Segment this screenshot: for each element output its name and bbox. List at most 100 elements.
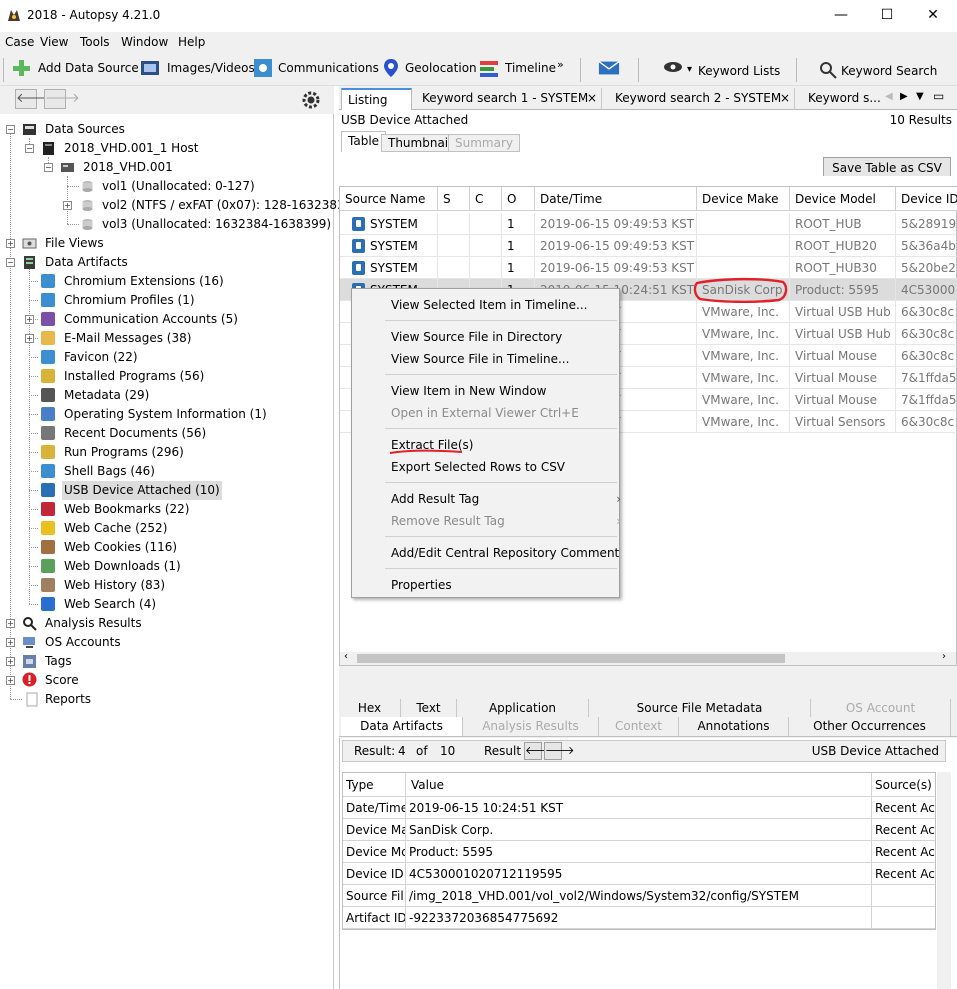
viewer-tab-hex[interactable]: Hex xyxy=(339,699,401,718)
minimize-window-icon[interactable]: ▭ xyxy=(933,89,944,103)
settings-gear-icon[interactable] xyxy=(301,90,321,110)
tree-vol1[interactable]: vol1 (Unallocated: 0-127) xyxy=(102,177,255,196)
expand-toggle[interactable]: + xyxy=(63,201,72,210)
menu-view-source-file-directory[interactable]: View Source File in Directory xyxy=(391,326,562,348)
menu-view-item-new-window[interactable]: View Item in New Window xyxy=(391,380,546,402)
menu-help[interactable]: Help xyxy=(178,35,205,49)
column-header[interactable]: Date/Time xyxy=(535,187,697,211)
tree-host[interactable]: 2018_VHD.001_1 Host xyxy=(64,139,199,158)
tree-tags[interactable]: Tags xyxy=(45,652,72,671)
minimize-button[interactable]: — xyxy=(818,0,864,30)
column-header[interactable]: C xyxy=(470,187,502,211)
viewer-tab-data-artifacts[interactable]: Data Artifacts xyxy=(341,717,463,736)
vertical-scrollbar[interactable] xyxy=(937,772,951,989)
next-result-button[interactable]: 🡒 xyxy=(544,742,575,760)
tab-keyword-search-1[interactable]: Keyword search 1 - SYSTEM × xyxy=(416,88,602,110)
details-row[interactable]: Date/Time 2019-06-15 10:24:51 KST Recent A… xyxy=(343,797,939,819)
expand-toggle[interactable]: + xyxy=(25,334,34,343)
tree-artifact-item[interactable]: Web Cache (252) xyxy=(62,519,169,538)
viewer-tab-other-occurrences[interactable]: Other Occurrences xyxy=(789,717,951,736)
details-row[interactable]: Device Mo Product: 5595 Recent Act xyxy=(343,841,939,863)
viewer-tab-application[interactable]: Application xyxy=(457,699,589,718)
menu-open-external-viewer[interactable]: Open in External Viewer Ctrl+E xyxy=(391,402,579,424)
menu-export-selected-rows-csv[interactable]: Export Selected Rows to CSV xyxy=(391,456,565,478)
tree-artifact-item[interactable]: Chromium Profiles (1) xyxy=(62,291,197,310)
communications-button[interactable]: Communications xyxy=(278,61,379,75)
tree-artifact-item[interactable]: Web Cookies (116) xyxy=(62,538,179,557)
previous-result-button[interactable]: 🡐 xyxy=(524,742,555,760)
view-tab-table[interactable]: Table xyxy=(341,131,387,152)
menu-view-source-file-timeline[interactable]: View Source File in Timeline... xyxy=(391,348,569,370)
tab-scroll-right-icon[interactable]: ▶ xyxy=(900,91,908,102)
table-row[interactable]: SYSTEM 1 2019-06-15 09:49:53 KST ROOT_HUB30… xyxy=(340,257,957,279)
tree-file-views[interactable]: File Views xyxy=(45,234,104,253)
tree-data-sources[interactable]: Data Sources xyxy=(45,120,125,139)
table-row[interactable]: SYSTEM 1 2019-06-15 09:49:53 KST ROOT_HUB20… xyxy=(340,235,957,257)
tree-artifact-item[interactable]: Installed Programs (56) xyxy=(62,367,206,386)
details-row[interactable]: Device ID 4C530001020712119595 Recent Act xyxy=(343,863,939,885)
column-header[interactable]: Device Model xyxy=(790,187,896,211)
keyword-lists-button[interactable]: Keyword Lists xyxy=(698,64,780,78)
tab-keyword-search-3[interactable]: Keyword s... xyxy=(802,88,882,110)
column-header[interactable]: Device ID xyxy=(896,187,957,211)
view-tab-thumbnail[interactable]: Thumbnail xyxy=(381,134,459,152)
details-row[interactable]: Source Fil/img_2018_VHD.001/vol_vol2/Win… xyxy=(343,885,939,907)
tree-artifact-item[interactable]: Communication Accounts (5) xyxy=(62,310,240,329)
expand-toggle[interactable]: + xyxy=(6,676,15,685)
menu-properties[interactable]: Properties xyxy=(391,574,452,596)
expand-toggle[interactable]: + xyxy=(25,315,34,324)
tree-image[interactable]: 2018_VHD.001 xyxy=(83,158,173,177)
column-header[interactable]: S xyxy=(438,187,470,211)
tree-artifact-item[interactable]: Recent Documents (56) xyxy=(62,424,208,443)
menu-remove-result-tag[interactable]: Remove Result Tag › xyxy=(391,510,621,532)
tree-vol3[interactable]: vol3 (Unallocated: 1632384-1638399) xyxy=(102,215,331,234)
details-row[interactable]: Device Ma SanDisk Corp. Recent Act xyxy=(343,819,939,841)
menu-add-result-tag[interactable]: Add Result Tag › xyxy=(391,488,621,510)
tree-artifact-item[interactable]: E-Mail Messages (38) xyxy=(62,329,193,348)
viewer-tab-source-file-metadata[interactable]: Source File Metadata xyxy=(589,699,811,718)
tree-artifact-item[interactable]: USB Device Attached (10) xyxy=(62,481,222,500)
tree-artifact-item[interactable]: Operating System Information (1) xyxy=(62,405,269,424)
expand-toggle[interactable]: + xyxy=(6,638,15,647)
tree-artifact-item[interactable]: Web Bookmarks (22) xyxy=(62,500,191,519)
tree-artifact-item[interactable]: Run Programs (296) xyxy=(62,443,186,462)
forward-button[interactable]: 🡒 xyxy=(44,89,80,109)
keyword-search-button[interactable]: Keyword Search xyxy=(841,64,937,78)
details-column-header[interactable]: Value xyxy=(406,773,872,797)
expand-toggle[interactable]: + xyxy=(6,657,15,666)
tab-keyword-search-2[interactable]: Keyword search 2 - SYSTEM × xyxy=(609,88,795,110)
column-header[interactable]: Device Make xyxy=(697,187,790,211)
horizontal-scrollbar[interactable]: ‹ › xyxy=(340,651,956,665)
tree-artifact-item[interactable]: Favicon (22) xyxy=(62,348,140,367)
menu-tools[interactable]: Tools xyxy=(80,35,110,49)
viewer-tab-analysis-results[interactable]: Analysis Results xyxy=(463,717,599,736)
add-data-source-button[interactable]: Add Data Source xyxy=(38,61,139,75)
tree-artifact-item[interactable]: Web Search (4) xyxy=(62,595,158,614)
viewer-tab-os-account[interactable]: OS Account xyxy=(811,699,951,718)
details-column-header[interactable]: Source(s) xyxy=(872,773,935,797)
expand-toggle[interactable]: + xyxy=(6,619,15,628)
table-row[interactable]: SYSTEM 1 2019-06-15 09:49:53 KST ROOT_HUB 5&… xyxy=(340,213,957,235)
expand-toggle[interactable]: − xyxy=(6,258,15,267)
tree-artifact-item[interactable]: Web History (83) xyxy=(62,576,167,595)
tree-vol2[interactable]: vol2 (NTFS / exFAT (0x07): 128-1632383) xyxy=(102,196,349,215)
expand-toggle[interactable]: − xyxy=(25,144,34,153)
tree-score[interactable]: Score xyxy=(45,671,79,690)
scroll-left-arrow-icon[interactable]: ‹ xyxy=(344,651,348,662)
details-column-header[interactable]: Type xyxy=(343,773,406,797)
close-button[interactable]: ✕ xyxy=(910,0,956,30)
view-tab-summary[interactable]: Summary xyxy=(448,134,520,152)
geolocation-button[interactable]: Geolocation xyxy=(405,61,477,75)
scroll-right-arrow-icon[interactable]: › xyxy=(942,651,946,662)
menu-view[interactable]: View xyxy=(40,35,68,49)
back-button[interactable]: 🡐 xyxy=(15,89,51,109)
maximize-button[interactable]: ☐ xyxy=(864,0,910,30)
tab-close-icon[interactable]: × xyxy=(780,88,790,108)
column-header[interactable]: O xyxy=(502,187,535,211)
scrollbar-thumb[interactable] xyxy=(357,654,785,663)
menu-add-edit-central-repository-comment[interactable]: Add/Edit Central Repository Comment xyxy=(391,542,619,564)
tree-reports[interactable]: Reports xyxy=(45,690,91,709)
menu-case[interactable]: Case xyxy=(5,35,34,49)
viewer-tab-annotations[interactable]: Annotations xyxy=(679,717,789,736)
tree-artifact-item[interactable]: Metadata (29) xyxy=(62,386,151,405)
